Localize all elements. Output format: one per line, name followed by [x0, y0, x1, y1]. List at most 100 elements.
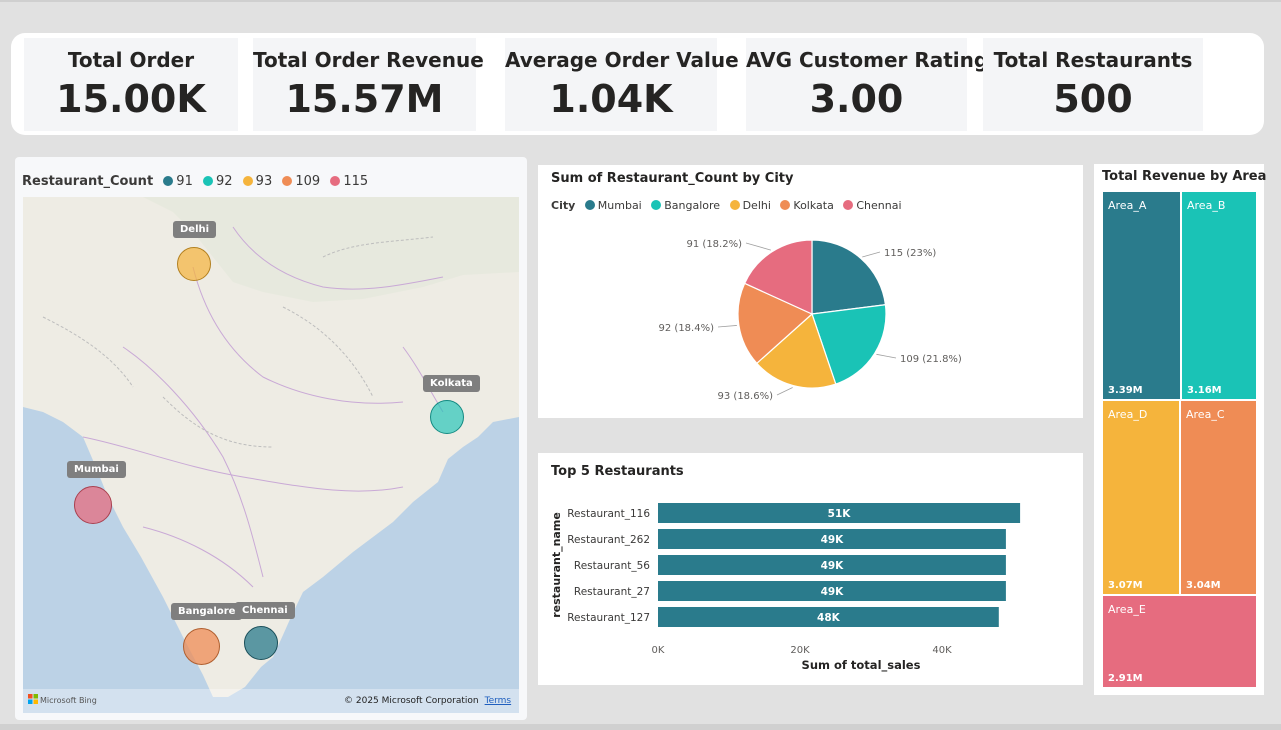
pie-chart-visual[interactable]: Sum of Restaurant_Count by City City Mum… — [538, 165, 1083, 418]
treemap-tile-area-b[interactable]: Area_B 3.16M — [1182, 192, 1256, 399]
map-visual[interactable]: Restaurant_Count 91 92 93 109 115 Delhi … — [15, 157, 527, 720]
pie-data-label: 115 (23%) — [884, 248, 936, 259]
tile-value: 3.39M — [1108, 385, 1143, 396]
kpi-card-total-order[interactable]: Total Order 15.00K — [24, 38, 238, 131]
legend-label: 92 — [215, 174, 233, 189]
city-bubble-bangalore[interactable] — [183, 628, 220, 665]
bing-attribution: Microsoft Bing — [28, 694, 97, 705]
legend-dot-icon — [242, 176, 253, 186]
tile-name: Area_A — [1108, 199, 1147, 212]
pie-chart-canvas: 115 (23%) 109 (21.8%) 93 (18.6%) 92 (18.4%)… — [659, 239, 962, 402]
treemap-title: Total Revenue by Area — [1102, 169, 1267, 184]
bar-category-label: Restaurant_127 — [567, 612, 650, 624]
bar-category-label: Restaurant_56 — [574, 560, 650, 572]
pie-leader-line — [876, 353, 897, 359]
bar-category-label: Restaurant_262 — [567, 534, 650, 546]
pie-data-label: 92 (18.4%) — [659, 323, 715, 334]
kpi-card-total-restaurants[interactable]: Total Restaurants 500 — [983, 38, 1203, 131]
legend-item-109[interactable]: 109 — [282, 174, 320, 189]
bar-x-axis-title: Sum of total_sales — [802, 658, 921, 673]
bar-x-tick: 20K — [790, 645, 810, 656]
legend-label: 91 — [176, 174, 193, 189]
bar-chart-visual[interactable]: Top 5 Restaurants Restaurant_116 51K Resta… — [538, 453, 1083, 685]
city-label-kolkata: Kolkata — [423, 375, 480, 392]
bar-data-label: 51K — [828, 508, 852, 520]
kpi-value: 15.00K — [56, 77, 206, 121]
kpi-value: 1.04K — [549, 77, 673, 121]
kpi-card-avg-rating[interactable]: AVG Customer Rating 3.00 — [746, 38, 989, 131]
pie-slice-mumbai[interactable] — [811, 239, 887, 315]
bing-label: Microsoft Bing — [40, 696, 97, 705]
legend-dot-icon — [202, 176, 213, 186]
city-bubble-delhi[interactable] — [177, 247, 211, 281]
kpi-value: 15.57M — [285, 77, 444, 121]
legend-dot-icon — [282, 176, 293, 186]
kpi-title: Average Order Value — [505, 48, 739, 72]
tile-name: Area_B — [1187, 199, 1226, 212]
legend-item-93[interactable]: 93 — [242, 174, 273, 189]
kpi-card-average-order-value[interactable]: Average Order Value 1.04K — [505, 38, 739, 131]
terms-link[interactable]: Terms — [485, 696, 512, 706]
tile-value: 2.91M — [1108, 673, 1143, 684]
city-label-mumbai: Mumbai — [67, 461, 126, 478]
treemap-tile-area-d[interactable]: Area_D 3.07M — [1103, 401, 1179, 594]
city-label-chennai: Chennai — [235, 602, 295, 619]
legend-dot-icon — [163, 176, 174, 186]
legend-label: 109 — [295, 174, 321, 189]
bottom-border — [0, 724, 1281, 730]
treemap-tile-area-a[interactable]: Area_A 3.39M — [1103, 192, 1180, 399]
kpi-title: Total Restaurants — [993, 48, 1193, 72]
kpi-title: AVG Customer Rating — [746, 48, 989, 72]
bar-data-label: 49K — [821, 560, 845, 572]
pie-data-label: 109 (21.8%) — [900, 354, 962, 365]
tile-value: 3.07M — [1108, 580, 1143, 591]
city-bubble-mumbai[interactable] — [74, 486, 112, 524]
kpi-title: Total Order — [67, 48, 195, 72]
kpi-card-total-revenue[interactable]: Total Order Revenue 15.57M — [253, 38, 484, 131]
tile-name: Area_D — [1108, 408, 1148, 421]
tile-name: Area_C — [1186, 408, 1225, 421]
top-border — [0, 0, 1281, 2]
pie-data-label: 93 (18.6%) — [718, 391, 774, 402]
legend-label: 115 — [343, 174, 369, 189]
pie-leader-line — [745, 242, 771, 251]
bar-category-label: Restaurant_116 — [567, 508, 650, 520]
tile-name: Area_E — [1108, 603, 1146, 616]
bar-category-label: Restaurant_27 — [574, 586, 650, 598]
legend-item-91[interactable]: 91 — [163, 174, 193, 189]
bar-data-label: 48K — [817, 612, 841, 624]
kpi-title: Total Order Revenue — [253, 48, 484, 72]
treemap-visual[interactable]: Total Revenue by Area Area_A 3.39M Area_… — [1094, 164, 1267, 695]
city-label-bangalore: Bangalore — [171, 603, 243, 620]
tile-value: 3.16M — [1187, 385, 1222, 396]
bar-data-label: 49K — [821, 586, 845, 598]
kpi-band: Total Order 15.00K Total Order Revenue 1… — [11, 33, 1264, 135]
pie-leader-line — [776, 387, 793, 396]
map-legend-title: Restaurant_Count — [22, 174, 154, 189]
treemap-tile-area-c[interactable]: Area_C 3.04M — [1181, 401, 1256, 594]
city-bubble-kolkata[interactable] — [430, 400, 464, 434]
bar-y-axis-title: restaurant_name — [550, 512, 563, 618]
microsoft-logo-icon — [28, 694, 38, 704]
bar-data-label: 49K — [821, 534, 845, 546]
bar-chart-canvas: Restaurant_116 51K Restaurant_262 49K Restau… — [550, 503, 1021, 673]
map-copyright: © 2025 Microsoft Corporation Terms — [344, 696, 511, 706]
legend-label: 93 — [255, 174, 273, 189]
legend-item-115[interactable]: 115 — [330, 174, 368, 189]
tile-value: 3.04M — [1186, 580, 1221, 591]
copyright-text: © 2025 Microsoft Corporation — [344, 696, 479, 706]
city-label-delhi: Delhi — [173, 221, 217, 238]
legend-item-92[interactable]: 92 — [202, 174, 233, 189]
legend-dot-icon — [330, 176, 341, 186]
city-bubble-chennai[interactable] — [244, 626, 278, 660]
map-legend: Restaurant_Count 91 92 93 109 115 — [22, 174, 368, 189]
bar-x-tick: 0K — [652, 645, 665, 656]
pie-leader-line — [717, 325, 737, 328]
pie-leader-line — [862, 251, 881, 258]
bar-x-tick: 40K — [932, 645, 952, 656]
kpi-value: 3.00 — [809, 77, 904, 121]
pie-data-label: 91 (18.2%) — [687, 239, 743, 250]
treemap-tile-area-e[interactable]: Area_E 2.91M — [1103, 596, 1256, 687]
kpi-value: 500 — [1053, 77, 1133, 121]
map-canvas[interactable]: Delhi Kolkata Mumbai Bangalore Chennai M… — [23, 197, 519, 713]
